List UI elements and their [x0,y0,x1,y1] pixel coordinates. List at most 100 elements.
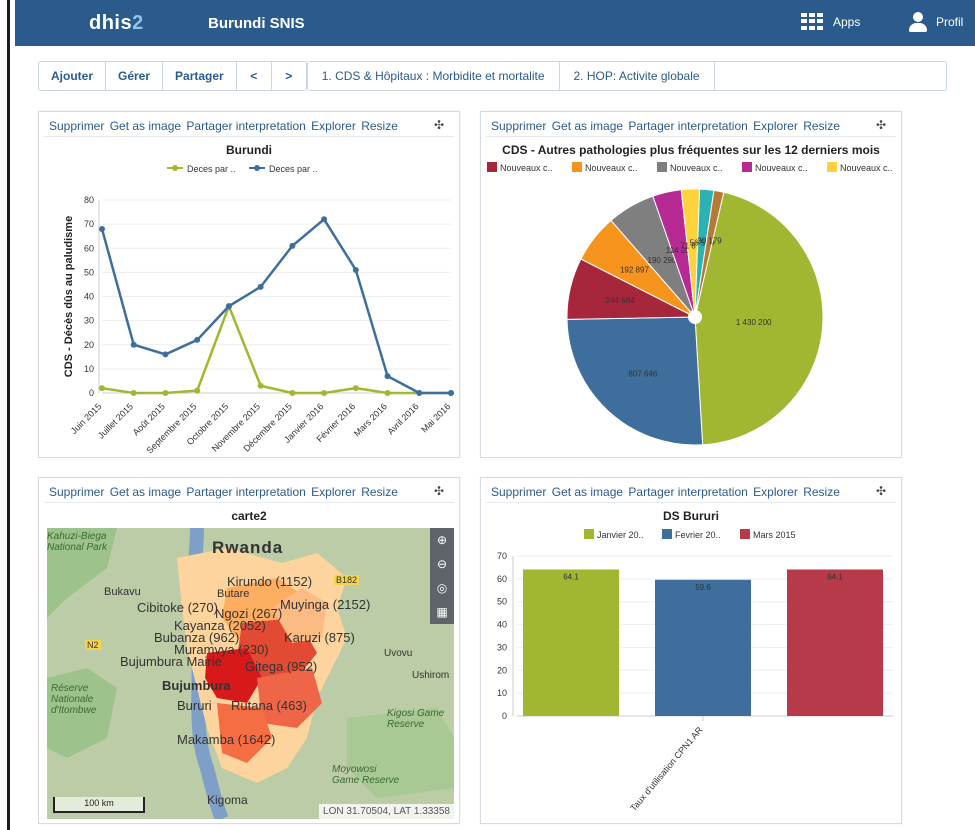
get-image-link[interactable]: Get as image [552,485,623,499]
legend-label: Deces par .. [269,164,318,174]
locate-icon[interactable]: ◎ [430,576,454,600]
legend-swatch [742,162,752,172]
dashboard-tabs: 1. CDS & Hôpitaux : Morbidite et mortali… [306,61,947,91]
map-label: Kirundo (1152) [227,574,313,589]
bar-value-label: 59.6 [695,583,711,592]
zoom-in-icon[interactable]: ⊕ [430,528,454,552]
map-tools: ⊕ ⊖ ◎ ▦ [430,528,454,624]
pie-chart: Nouveaux c.. Nouveaux c.. Nouveaux c.. Nouv… [487,162,893,446]
data-point [225,303,232,310]
y-tick-label: 50 [84,267,94,277]
move-icon[interactable]: ✣ [876,484,886,498]
pie-slice [566,316,704,446]
y-tick-label: 0 [502,711,507,721]
move-icon[interactable]: ✣ [876,118,886,132]
chart-legend: Janvier 20.. Fevrier 20.. Mars 2015 [584,529,796,540]
data-point [352,266,359,273]
y-tick-label: 20 [84,340,94,350]
explore-link[interactable]: Explorer [753,485,798,499]
manage-button[interactable]: Gérer [106,62,164,90]
widget-map: Supprimer Get as image Partager interpre… [38,477,460,824]
add-button[interactable]: Ajouter [39,62,106,90]
data-point [384,390,391,396]
legend-swatch [740,529,750,539]
move-icon[interactable]: ✣ [434,118,444,132]
get-image-link[interactable]: Get as image [110,485,181,499]
legend-icon[interactable]: ▦ [430,600,454,624]
y-tick-label: 0 [89,388,94,398]
share-interpretation-link[interactable]: Partager interpretation [628,119,747,133]
legend-label: Nouveaux c.. [840,163,893,173]
data-point [162,351,169,358]
legend-swatch [662,529,672,539]
delete-link[interactable]: Supprimer [49,119,104,133]
legend-label: Nouveaux c.. [670,163,723,173]
legend-swatch [657,162,667,172]
share-interpretation-link[interactable]: Partager interpretation [186,119,305,133]
map-coordinates: LON 31.70504, LAT 1.33358 [319,804,454,819]
slice-label: 190 290 [648,256,677,265]
dashboard-actions: Ajouter Gérer Partager < > [38,61,307,91]
explore-link[interactable]: Explorer [753,119,798,133]
x-tick-label: Mai 2016 [419,401,452,434]
explore-link[interactable]: Explorer [311,485,356,499]
share-interpretation-link[interactable]: Partager interpretation [186,485,305,499]
prev-button[interactable]: < [237,62,272,90]
explore-link[interactable]: Explorer [311,119,356,133]
map-title: carte2 [231,509,267,523]
x-tick-label: Mars 2016 [352,401,389,438]
dashboard-tab-2[interactable]: 2. HOP: Activite globale [560,62,715,90]
map-label: Bujumbura Mairie [120,654,222,669]
y-axis-label: CDS - Décès dûs au paludisme [63,216,75,377]
slice-label: 1 430 200 [736,318,772,327]
series-line [101,302,451,395]
widget-line-chart: Supprimer Get as image Partager interpre… [38,111,460,458]
move-icon[interactable]: ✣ [434,484,444,498]
resize-link[interactable]: Resize [361,485,398,499]
data-point [448,390,454,396]
data-point [289,242,296,249]
delete-link[interactable]: Supprimer [491,485,546,499]
delete-link[interactable]: Supprimer [491,119,546,133]
bar-value-label: 64.1 [563,572,579,581]
legend-label: Nouveaux c.. [755,163,808,173]
delete-link[interactable]: Supprimer [49,485,104,499]
y-tick-label: 70 [497,551,507,561]
map-scale: 100 km [53,797,145,813]
map-view[interactable]: Rwanda Kirundo (1152) Butare Muyinga (21… [47,528,454,819]
map-label: Kahuzi-Biega National Park [47,531,108,553]
share-interpretation-link[interactable]: Partager interpretation [628,485,747,499]
data-point [321,390,328,396]
y-tick-label: 40 [84,292,94,302]
map-label: Karuzi (875) [284,630,355,645]
left-edge [0,0,10,830]
resize-link[interactable]: Resize [803,119,840,133]
chart-legend: Nouveaux c.. Nouveaux c.. Nouveaux c.. Nouv… [487,162,893,173]
profile-button[interactable]: Profil [908,12,963,32]
dashboard-tab-1[interactable]: 1. CDS & Hôpitaux : Morbidite et mortali… [308,62,560,90]
map-label: Moyowosi Game Reserve [332,764,400,786]
data-point [162,390,169,396]
share-button[interactable]: Partager [163,62,237,90]
map-labels: Rwanda Kirundo (1152) Butare Muyinga (21… [47,528,454,819]
legend-swatch [572,162,582,172]
dashboard-toolbar: Ajouter Gérer Partager < > 1. CDS & Hôpi… [38,61,947,91]
app-title: Burundi SNIS [208,15,305,32]
resize-link[interactable]: Resize [361,119,398,133]
apps-button[interactable]: Apps [801,13,860,30]
data-point [130,390,137,396]
legend-label: Nouveaux c.. [500,163,553,173]
slice-label: 39 179 [697,237,722,246]
next-button[interactable]: > [272,62,306,90]
get-image-link[interactable]: Get as image [552,119,623,133]
apps-grid-icon [801,13,825,30]
zoom-out-icon[interactable]: ⊖ [430,552,454,576]
data-point [289,390,296,396]
map-label: Muyinga (2152) [280,597,371,612]
resize-link[interactable]: Resize [803,485,840,499]
dhis2-logo[interactable]: dhis2 [89,12,144,35]
profile-label: Profil [936,15,964,29]
data-point [194,387,201,394]
apps-label: Apps [833,14,861,29]
get-image-link[interactable]: Get as image [110,119,181,133]
